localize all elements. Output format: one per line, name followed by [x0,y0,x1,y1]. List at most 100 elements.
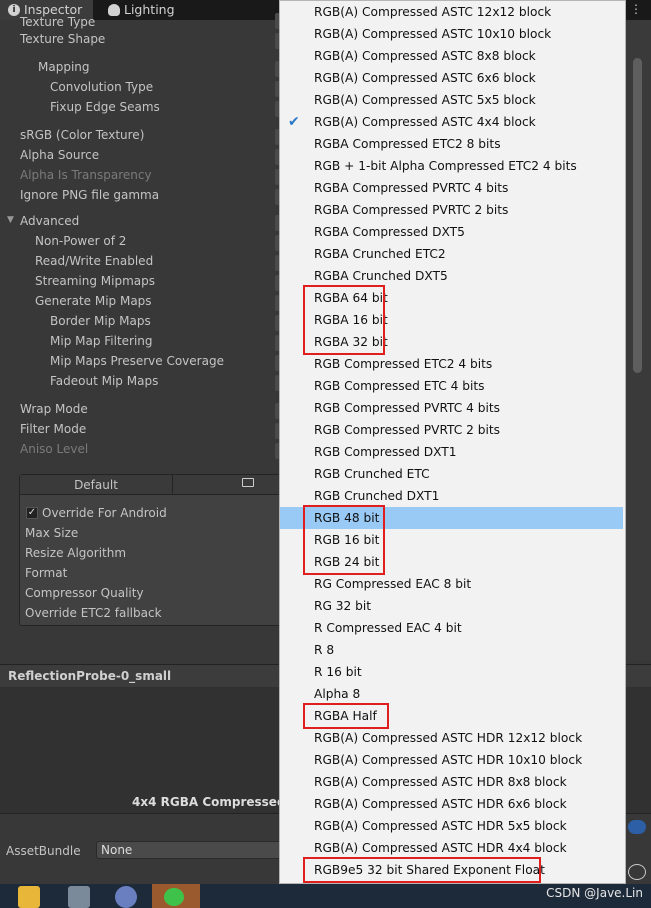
dropdown-item-label: RGB(A) Compressed ASTC HDR 12x12 block [314,731,583,745]
dropdown-item[interactable]: RGBA 64 bit [280,287,623,309]
dropdown-item[interactable]: RGB(A) Compressed ASTC 10x10 block [280,23,623,45]
wechat-icon[interactable] [152,884,200,908]
dropdown-item[interactable]: RGB(A) Compressed ASTC 8x8 block [280,45,623,67]
dropdown-item[interactable]: RGBA Half [280,705,623,727]
foldout-arrow-icon[interactable]: ▼ [7,215,14,225]
dropdown-item[interactable]: RGB(A) Compressed ASTC HDR 8x8 block [280,771,623,793]
dropdown-item-label: Alpha 8 [314,687,361,701]
platform-row-label: Compressor Quality [25,586,144,600]
assetbundle-label: AssetBundle [6,844,81,858]
dropdown-item[interactable]: RGB 16 bit [280,529,623,551]
tab-lighting[interactable]: Lighting [100,0,175,20]
check-circle-icon[interactable] [628,864,646,880]
dropdown-item[interactable]: RGBA Crunched ETC2 [280,243,623,265]
dropdown-item-label: RGBA Compressed ETC2 8 bits [314,137,501,151]
more-menu-icon[interactable]: ⋮ [630,2,642,16]
dropdown-item[interactable]: RG 32 bit [280,595,623,617]
dropdown-item-label: RGBA Crunched ETC2 [314,247,446,261]
dropdown-item[interactable]: RGBA Compressed PVRTC 4 bits [280,177,623,199]
dropdown-item[interactable]: RGB 48 bit [280,507,623,529]
inspector-row-label: Filter Mode [20,422,87,436]
inspector-row-label: Non-Power of 2 [35,234,127,248]
dropdown-item[interactable]: RGB(A) Compressed ASTC HDR 12x12 block [280,727,623,749]
dropdown-item[interactable]: R 16 bit [280,661,623,683]
dropdown-item[interactable]: R 8 [280,639,623,661]
dropdown-item-label: RGB(A) Compressed ASTC 12x12 block [314,5,552,19]
dropdown-item[interactable]: RGB(A) Compressed ASTC HDR 6x6 block [280,793,623,815]
dropdown-item-label: RGB 48 bit [314,511,380,525]
dropdown-item-label: RG 32 bit [314,599,372,613]
dropdown-item[interactable]: RGBA Crunched DXT5 [280,265,623,287]
file-explorer-icon[interactable] [18,886,40,908]
inspector-row-label: Aniso Level [20,442,89,456]
dropdown-item-label: RGB(A) Compressed ASTC HDR 8x8 block [314,775,567,789]
dropdown-item-label: RGB(A) Compressed ASTC 5x5 block [314,93,536,107]
inspector-scrollbar[interactable] [626,20,651,660]
inspector-row-label: Read/Write Enabled [35,254,154,268]
dropdown-item[interactable]: RGB(A) Compressed ASTC 4x4 block ✔ [280,111,623,133]
dropdown-item-label: RGB Crunched ETC [314,467,430,481]
dropdown-item-label: RGB Compressed PVRTC 4 bits [314,401,501,415]
format-dropdown: RGB(A) Compressed ASTC 12x12 block RGB(A)… [279,0,626,884]
monitor-icon[interactable] [242,478,254,487]
dropdown-item-label: RGB(A) Compressed ASTC 6x6 block [314,71,536,85]
tag-icon[interactable] [628,820,646,834]
dropdown-item[interactable]: RGB(A) Compressed ASTC 6x6 block [280,67,623,89]
tab-default[interactable]: Default [20,475,173,495]
dropdown-item[interactable]: RGB(A) Compressed ASTC HDR 4x4 block [280,837,623,859]
override-checkbox[interactable]: ✓ [26,507,38,519]
dropdown-item-label: RGBA 32 bit [314,335,388,349]
dropdown-item-label: RGBA Crunched DXT5 [314,269,448,283]
inspector-row-label: Alpha Source [20,148,100,162]
dropdown-item[interactable]: RGB Compressed ETC 4 bits [280,375,623,397]
dropdown-item[interactable]: RGB(A) Compressed ASTC 12x12 block [280,1,623,23]
dropdown-item[interactable]: RGBA 32 bit [280,331,623,353]
inspector-row-label: Border Mip Maps [50,314,151,328]
dropdown-item[interactable]: RGBA 16 bit [280,309,623,331]
dropdown-item-label: RGB9e5 32 bit Shared Exponent Float [314,863,545,877]
dropdown-item-label: RGBA Half [314,709,377,723]
inspector-row-label: Generate Mip Maps [35,294,152,308]
override-label: Override For Android [42,506,167,520]
inspector-row-label: Mapping [38,60,90,74]
dropdown-item[interactable]: RGB9e5 32 bit Shared Exponent Float [280,859,623,881]
dropdown-item[interactable]: RGB(A) Compressed ASTC 5x5 block [280,89,623,111]
assetbundle-select[interactable]: None [96,841,286,859]
dropdown-item[interactable]: RGB Crunched DXT1 [280,485,623,507]
dropdown-item[interactable]: RGBA Compressed DXT5 [280,221,623,243]
dropdown-item[interactable]: RGBA Compressed ETC2 8 bits [280,133,623,155]
inspector-row-label: Texture Type [20,15,96,29]
dropdown-item[interactable]: RGB Crunched ETC [280,463,623,485]
calculator-icon[interactable] [68,886,90,908]
dropdown-item[interactable]: RGB Compressed PVRTC 4 bits [280,397,623,419]
dropdown-item[interactable]: RGB Compressed PVRTC 2 bits [280,419,623,441]
app-icon[interactable] [115,886,137,908]
dropdown-item-label: R 8 [314,643,335,657]
dropdown-item-label: RGB 16 bit [314,533,380,547]
dropdown-item-label: RGB Compressed ETC 4 bits [314,379,485,393]
dropdown-item[interactable]: R Compressed EAC 4 bit [280,617,623,639]
inspector-row-label: Mip Map Filtering [50,334,153,348]
dropdown-item[interactable]: RGB Compressed ETC2 4 bits [280,353,623,375]
dropdown-item-label: RGB(A) Compressed ASTC 10x10 block [314,27,552,41]
inspector-row-label: sRGB (Color Texture) [20,128,145,142]
scrollbar-thumb[interactable] [633,58,642,373]
inspector-row-label: Mip Maps Preserve Coverage [50,354,224,368]
dropdown-item-label: R 16 bit [314,665,362,679]
dropdown-item[interactable]: RGB 24 bit [280,551,623,573]
dropdown-item-label: RGB Compressed PVRTC 2 bits [314,423,501,437]
dropdown-item[interactable]: RG Compressed EAC 8 bit [280,573,623,595]
dropdown-item[interactable]: RGBA Compressed PVRTC 2 bits [280,199,623,221]
dropdown-item-label: RGB(A) Compressed ASTC HDR 5x5 block [314,819,567,833]
dropdown-item-label: RGB(A) Compressed ASTC 8x8 block [314,49,536,63]
inspector-row-label: Wrap Mode [20,402,88,416]
dropdown-item[interactable]: RGB(A) Compressed ASTC HDR 5x5 block [280,815,623,837]
dropdown-item[interactable]: RGB + 1-bit Alpha Compressed ETC2 4 bits [280,155,623,177]
dropdown-item[interactable]: RGB(A) Compressed ASTC HDR 10x10 block [280,749,623,771]
dropdown-item-label: RGB + 1-bit Alpha Compressed ETC2 4 bits [314,159,577,173]
inspector-row-label: Ignore PNG file gamma [20,188,160,202]
dropdown-item[interactable]: Alpha 8 [280,683,623,705]
dropdown-item-label: RGBA 16 bit [314,313,388,327]
dropdown-item[interactable]: RGB Compressed DXT1 [280,441,623,463]
platform-row-label: Resize Algorithm [25,546,127,560]
